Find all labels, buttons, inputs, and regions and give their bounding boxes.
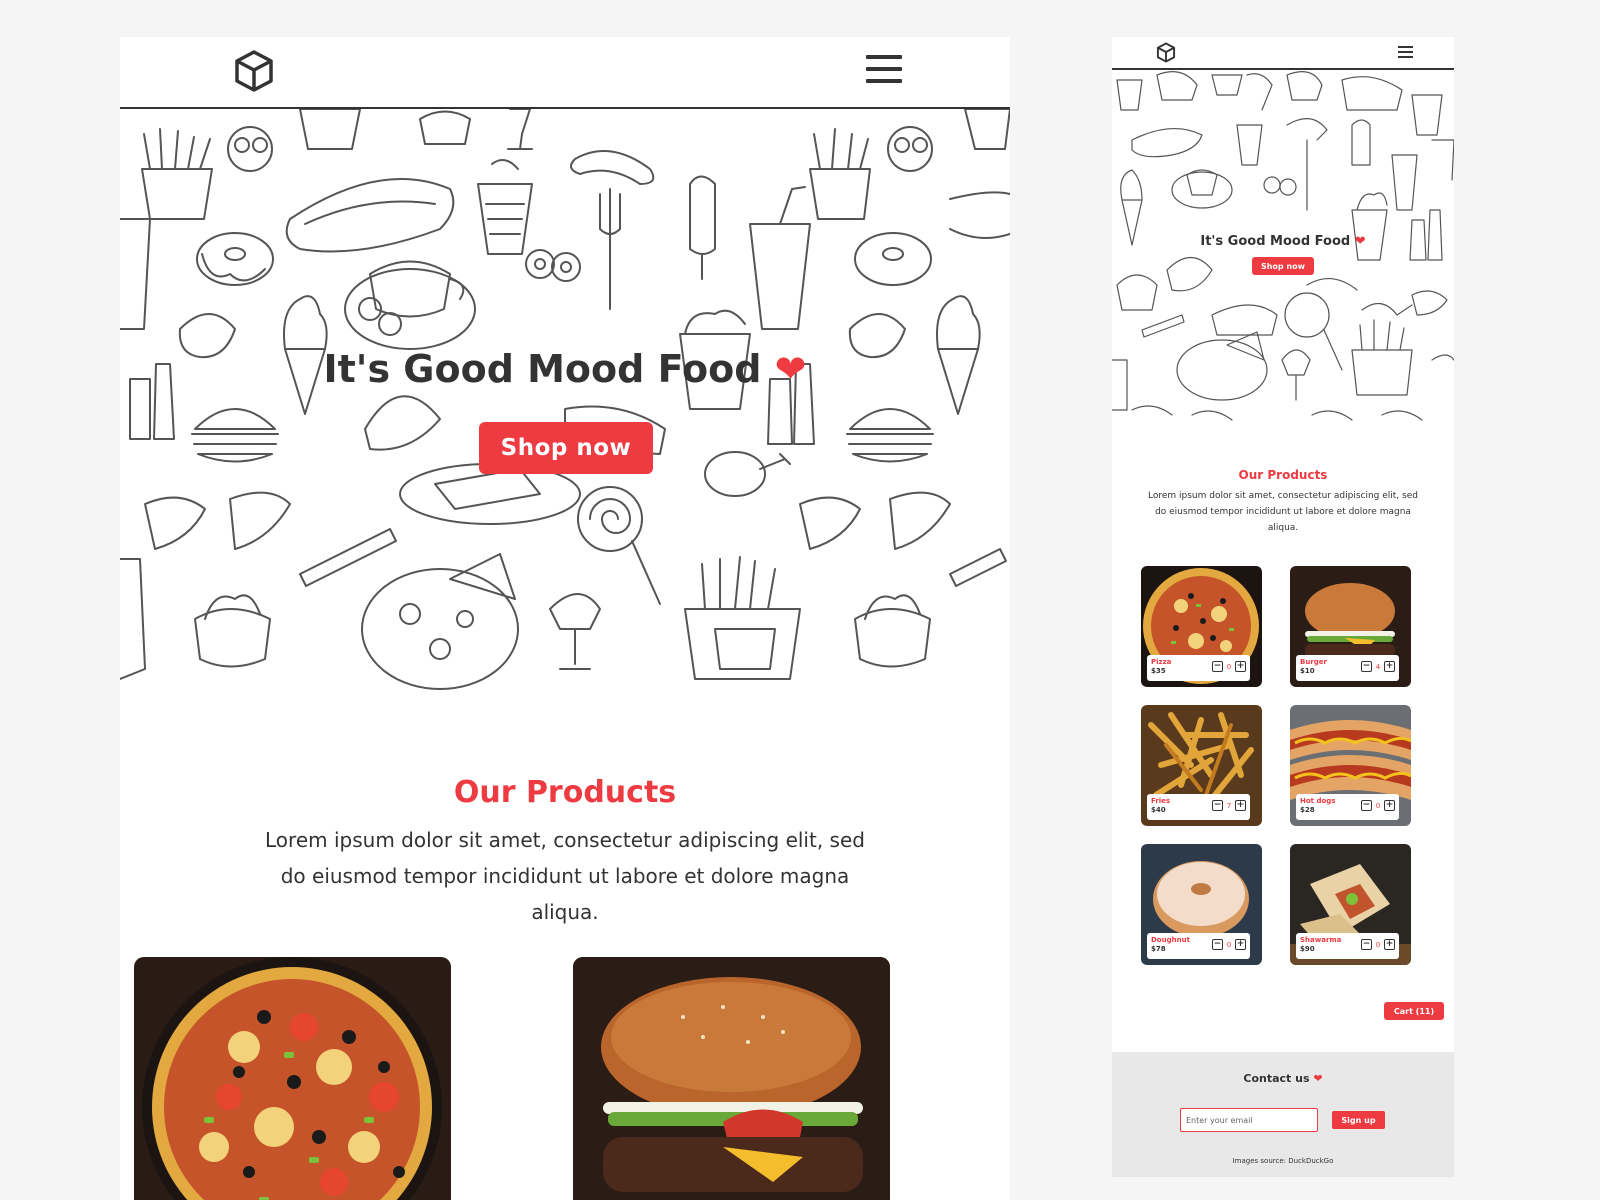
cart-button[interactable]: Cart (11) (1384, 1002, 1444, 1020)
hero-section: It's Good Mood Food ❤ Shop now (1112, 70, 1454, 430)
product-price: $10 (1300, 667, 1315, 675)
product-card-burger[interactable]: Burger $10 − 4 + (1290, 566, 1411, 687)
minus-square-icon[interactable]: − (1212, 800, 1223, 811)
navbar (120, 37, 1010, 109)
product-name: Doughnut (1151, 936, 1190, 944)
hero-title-text: It's Good Mood Food (1200, 234, 1351, 249)
product-name: Burger (1300, 658, 1327, 666)
desktop-mockup: It's Good Mood Food ❤ Shop now Our Produ… (120, 37, 1010, 1200)
product-price: $35 (1151, 667, 1166, 675)
plus-square-icon[interactable]: + (1235, 939, 1246, 950)
product-card-pizza[interactable] (134, 957, 451, 1200)
minus-square-icon[interactable]: − (1361, 800, 1372, 811)
product-info-bar: Shawarma $90 − 0 + (1296, 933, 1399, 959)
quantity-value: 4 (1375, 662, 1381, 671)
product-card-hot-dogs[interactable]: Hot dogs $28 − 0 + (1290, 705, 1411, 826)
quantity-value: 0 (1226, 662, 1232, 671)
quantity-stepper: − 0 + (1212, 939, 1246, 950)
product-name: Hot dogs (1300, 797, 1336, 805)
product-info-bar: Burger $10 − 4 + (1296, 655, 1399, 681)
contact-title: Contact us ❤ (1112, 1072, 1454, 1085)
email-field[interactable] (1180, 1108, 1318, 1132)
product-price: $90 (1300, 945, 1315, 953)
contact-title-text: Contact us (1243, 1072, 1310, 1085)
burger-image (573, 957, 890, 1200)
product-info-bar: Pizza $35 − 0 + (1147, 655, 1250, 681)
quantity-value: 0 (1226, 940, 1232, 949)
plus-square-icon[interactable]: + (1384, 661, 1395, 672)
hamburger-menu-icon[interactable] (866, 55, 902, 87)
plus-square-icon[interactable]: + (1235, 661, 1246, 672)
hero-title: It's Good Mood Food ❤ (120, 347, 1010, 391)
heart-icon: ❤ (1354, 234, 1366, 249)
quantity-stepper: − 0 + (1361, 939, 1395, 950)
shop-now-button[interactable]: Shop now (479, 422, 653, 474)
quantity-stepper: − 4 + (1361, 661, 1395, 672)
minus-square-icon[interactable]: − (1212, 661, 1223, 672)
product-card-burger[interactable] (573, 957, 890, 1200)
minus-square-icon[interactable]: − (1361, 661, 1372, 672)
products-description: Lorem ipsum dolor sit amet, consectetur … (1148, 491, 1418, 533)
quantity-stepper: − 7 + (1212, 800, 1246, 811)
product-price: $78 (1151, 945, 1166, 953)
hero-title-text: It's Good Mood Food (323, 347, 762, 391)
hero-title: It's Good Mood Food ❤ (1112, 234, 1454, 249)
mobile-mockup: It's Good Mood Food ❤ Shop now Our Produ… (1112, 37, 1454, 1177)
contact-footer: Contact us ❤ Sign up Images source: Duck… (1112, 1052, 1454, 1177)
quantity-stepper: − 0 + (1212, 661, 1246, 672)
product-card-doughnut[interactable]: Doughnut $78 − 0 + (1141, 844, 1262, 965)
heart-icon: ❤ (1313, 1072, 1323, 1085)
sign-up-button[interactable]: Sign up (1332, 1111, 1385, 1129)
products-description: Lorem ipsum dolor sit amet, consectetur … (265, 828, 865, 924)
heart-icon: ❤ (774, 347, 807, 391)
product-price: $40 (1151, 806, 1166, 814)
minus-square-icon[interactable]: − (1361, 939, 1372, 950)
product-name: Shawarma (1300, 936, 1342, 944)
product-name: Pizza (1151, 658, 1172, 666)
shop-now-button[interactable]: Shop now (1252, 257, 1314, 275)
cube-icon[interactable] (233, 49, 275, 93)
product-card-shawarma[interactable]: Shawarma $90 − 0 + (1290, 844, 1411, 965)
food-doodle-background (120, 109, 1010, 690)
product-card-fries[interactable]: Fries $40 − 7 + (1141, 705, 1262, 826)
plus-square-icon[interactable]: + (1235, 800, 1246, 811)
products-title: Our Products (453, 775, 677, 810)
plus-square-icon[interactable]: + (1384, 939, 1395, 950)
food-doodle-background (1112, 71, 1454, 421)
quantity-stepper: − 0 + (1361, 800, 1395, 811)
products-title: Our Products (1238, 468, 1328, 482)
product-info-bar: Fries $40 − 7 + (1147, 794, 1250, 820)
quantity-value: 0 (1375, 940, 1381, 949)
quantity-value: 0 (1375, 801, 1381, 810)
hamburger-menu-icon[interactable] (1398, 46, 1413, 59)
hero-section: It's Good Mood Food ❤ Shop now (120, 109, 1010, 709)
plus-square-icon[interactable]: + (1384, 800, 1395, 811)
cube-icon[interactable] (1156, 42, 1176, 63)
product-price: $28 (1300, 806, 1315, 814)
quantity-value: 7 (1226, 801, 1232, 810)
product-info-bar: Hot dogs $28 − 0 + (1296, 794, 1399, 820)
product-info-bar: Doughnut $78 − 0 + (1147, 933, 1250, 959)
pizza-image (142, 957, 442, 1200)
minus-square-icon[interactable]: − (1212, 939, 1223, 950)
images-source-text: Images source: DuckDuckGo (1232, 1157, 1334, 1165)
product-card-pizza[interactable]: Pizza $35 − 0 + (1141, 566, 1262, 687)
product-name: Fries (1151, 797, 1171, 805)
navbar (1112, 37, 1454, 70)
